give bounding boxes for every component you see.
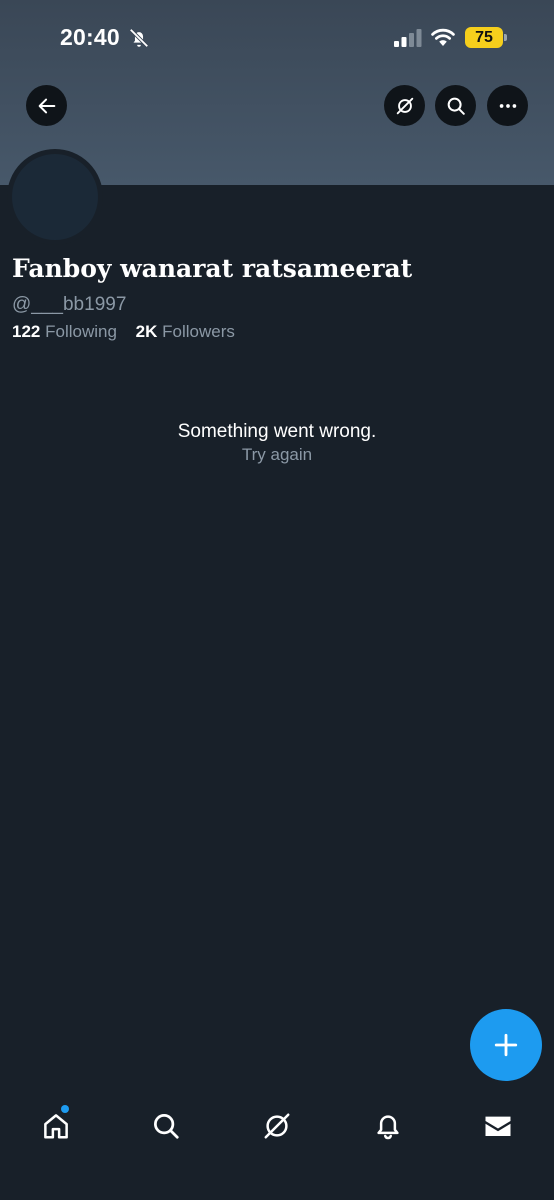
status-time: 20:40 [60, 24, 120, 50]
notifications-icon [377, 1115, 399, 1140]
plus-icon [494, 1033, 518, 1057]
battery-level: 75 [465, 27, 503, 48]
battery-tip [504, 34, 507, 41]
back-button[interactable] [26, 85, 67, 126]
compose-button[interactable] [470, 1009, 542, 1081]
status-bar: 20:40 75 [0, 0, 554, 76]
nav-grok[interactable] [257, 1106, 297, 1146]
cellular-signal-icon [394, 29, 422, 47]
back-arrow-icon [38, 98, 55, 113]
following-link[interactable]: 122 Following [12, 322, 117, 342]
profile-stats: 122 Following 2K Followers [12, 322, 249, 342]
grok-icon [264, 1113, 290, 1139]
profile-screen: 20:40 75 Fanboy wanarat ratsameerat @___… [0, 0, 554, 1200]
search-button[interactable] [435, 85, 476, 126]
bell-off-icon [129, 28, 149, 48]
nav-messages[interactable] [478, 1106, 518, 1146]
battery-icon: 75 [465, 27, 507, 48]
followers-label: Followers [162, 322, 235, 341]
user-handle: @___bb1997 [12, 294, 127, 315]
messages-icon [485, 1116, 511, 1136]
search-icon [447, 97, 465, 115]
home-unread-badge [61, 1105, 69, 1113]
nav-home[interactable] [36, 1106, 76, 1146]
bottom-nav [0, 1096, 554, 1200]
home-icon [44, 1114, 68, 1139]
following-label: Following [45, 322, 117, 341]
wifi-icon [431, 28, 455, 46]
try-again-link[interactable]: Try again [0, 445, 554, 465]
followers-count: 2K [135, 322, 158, 341]
nav-notifications[interactable] [368, 1106, 408, 1146]
more-icon [499, 103, 516, 108]
search-icon [154, 1114, 179, 1139]
grok-button[interactable] [384, 85, 425, 126]
display-name: Fanboy wanarat ratsameerat [12, 254, 413, 283]
followers-link[interactable]: 2K Followers [136, 322, 235, 342]
more-button[interactable] [487, 85, 528, 126]
following-count: 122 [12, 322, 41, 341]
grok-icon [396, 97, 413, 114]
avatar[interactable] [7, 149, 103, 245]
error-message: Something went wrong. [177, 421, 377, 442]
nav-search[interactable] [146, 1106, 186, 1146]
